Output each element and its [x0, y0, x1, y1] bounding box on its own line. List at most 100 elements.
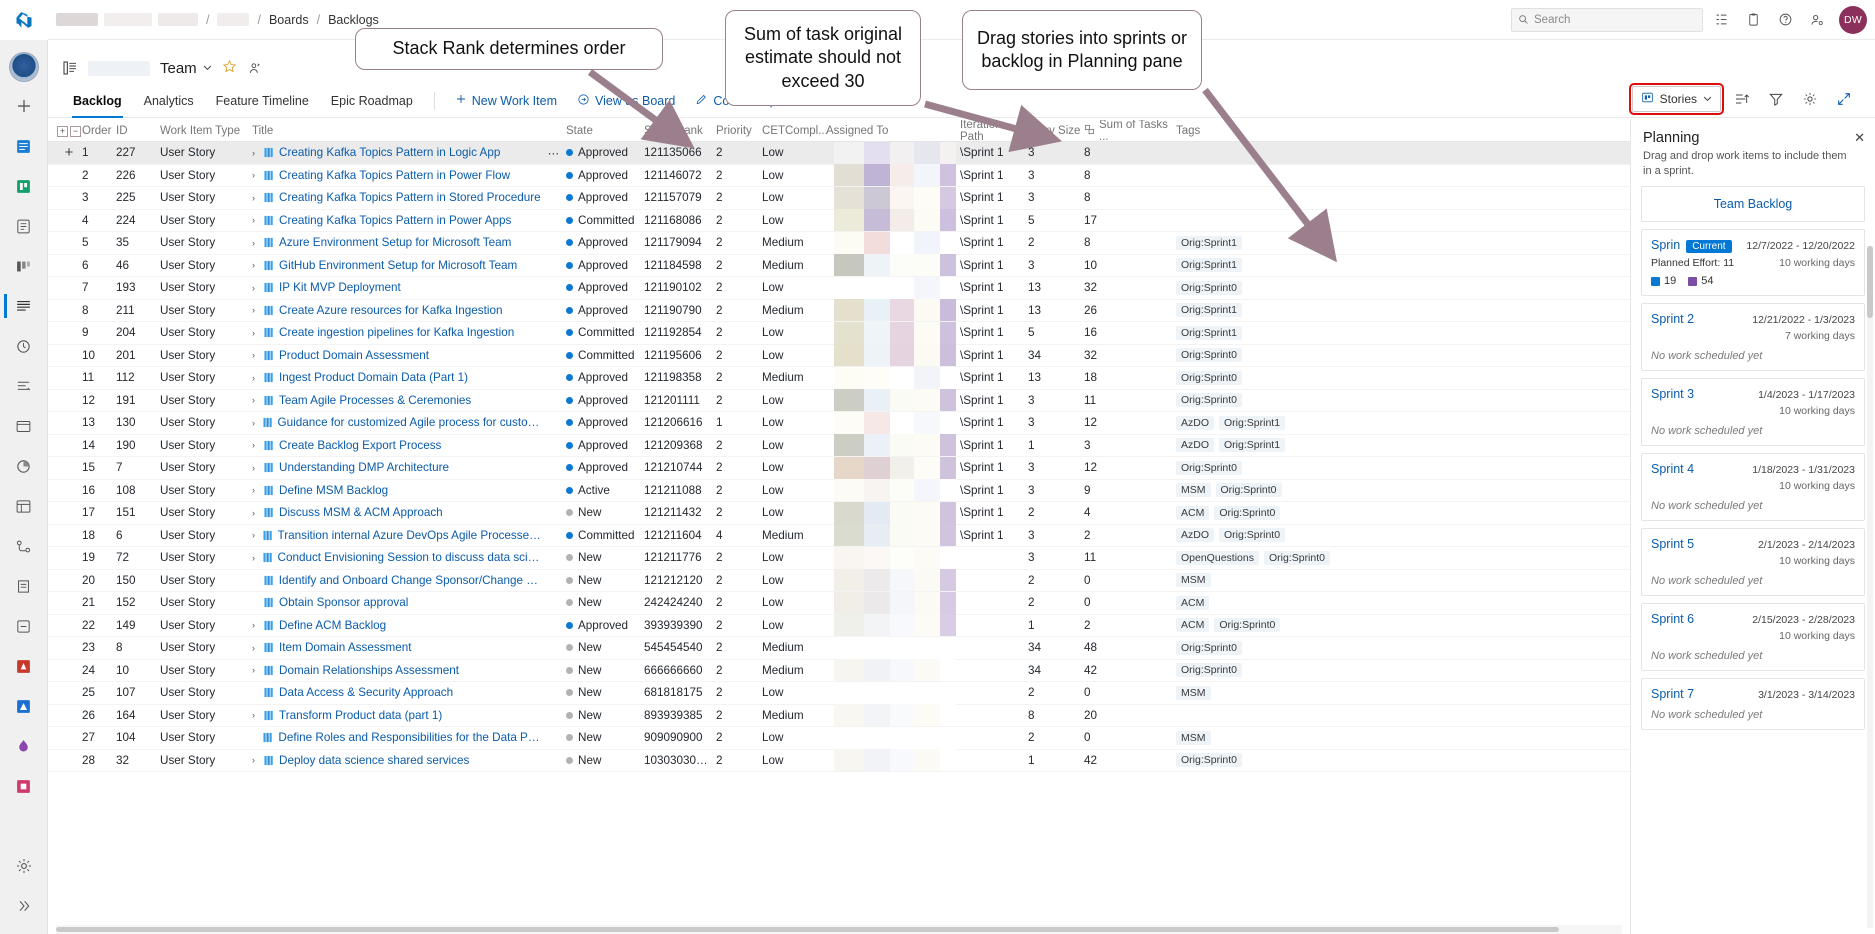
sprint-name-link[interactable]: Sprint 7: [1651, 687, 1694, 701]
chevron-right-icon[interactable]: ›: [252, 283, 260, 293]
chevron-down-icon[interactable]: [203, 63, 212, 74]
organization-avatar[interactable]: [9, 52, 39, 82]
table-row[interactable]: 4224User Story›Creating Kafka Topics Pat…: [48, 210, 1630, 233]
table-row[interactable]: 20150User StoryIdentify and Onboard Chan…: [48, 570, 1630, 593]
planning-vertical-scrollbar[interactable]: [1867, 246, 1873, 928]
cell-assigned-to[interactable]: [826, 614, 960, 636]
cell-title[interactable]: ›GitHub Environment Setup for Microsoft …: [252, 259, 542, 272]
cell-title[interactable]: ›Ingest Product Domain Data (Part 1): [252, 371, 542, 384]
tag-chip[interactable]: AzDO: [1176, 416, 1214, 430]
azure-devops-logo[interactable]: [0, 0, 48, 40]
cell-id[interactable]: 201: [116, 349, 160, 362]
cell-title[interactable]: › Transform Product data (part 1): [252, 709, 542, 722]
table-row[interactable]: 535User Story›Azure Environment Setup fo…: [48, 232, 1630, 255]
cell-id[interactable]: 152: [116, 596, 160, 609]
cell-id[interactable]: 72: [116, 551, 160, 564]
chevron-right-icon[interactable]: ›: [252, 553, 259, 563]
sprint-card[interactable]: Sprint 52/1/2023 - 2/14/202310 working d…: [1641, 528, 1865, 596]
cell-title[interactable]: ›Domain Relationships Assessment: [252, 664, 542, 677]
title-link[interactable]: GitHub Environment Setup for Microsoft T…: [279, 259, 517, 272]
cell-assigned-to[interactable]: [826, 209, 960, 231]
rail-item-extension-a[interactable]: [4, 646, 44, 686]
chevron-right-icon[interactable]: ›: [252, 508, 260, 518]
team-backlog-dropzone[interactable]: Team Backlog: [1641, 186, 1865, 222]
chevron-right-icon[interactable]: ›: [252, 305, 260, 315]
cell-id[interactable]: 107: [116, 686, 160, 699]
table-row[interactable]: 646User Story›GitHub Environment Setup f…: [48, 255, 1630, 278]
column-header-iteration-path[interactable]: Iteration Path: [960, 120, 1028, 143]
table-row[interactable]: 17151User Story›Discuss MSM & ACM Approa…: [48, 502, 1630, 525]
cell-id[interactable]: 211: [116, 304, 160, 317]
tag-chip[interactable]: Orig:Sprint0: [1176, 393, 1242, 407]
tag-chip[interactable]: Orig:Sprint1: [1176, 258, 1242, 272]
cell-title[interactable]: ›Define MSM Backlog: [252, 484, 542, 497]
show-parents-icon[interactable]: [1729, 86, 1755, 112]
search-input[interactable]: Search: [1511, 8, 1703, 32]
cell-id[interactable]: 190: [116, 439, 160, 452]
table-row[interactable]: 157User Story›Understanding DMP Architec…: [48, 457, 1630, 480]
cell-assigned-to[interactable]: [826, 142, 960, 164]
title-link[interactable]: IP Kit MVP Deployment: [279, 281, 401, 294]
cell-title[interactable]: Identify and Onboard Change Sponsor/Chan…: [252, 574, 542, 587]
cell-id[interactable]: 108: [116, 484, 160, 497]
cell-id[interactable]: 46: [116, 259, 160, 272]
help-icon[interactable]: [1771, 6, 1799, 34]
tab-backlog[interactable]: Backlog: [62, 84, 133, 118]
cell-title[interactable]: ›Azure Environment Setup for Microsoft T…: [252, 236, 542, 249]
rail-item-queries[interactable]: [4, 366, 44, 406]
title-link[interactable]: Transform Product data (part 1): [279, 709, 442, 722]
title-link[interactable]: Define MSM Backlog: [279, 484, 388, 497]
title-link[interactable]: Transition internal Azure DevOps Agile P…: [278, 529, 543, 542]
chevron-right-icon[interactable]: ›: [252, 418, 259, 428]
cell-title[interactable]: › IP Kit MVP Deployment: [252, 281, 542, 294]
title-link[interactable]: Creating Kafka Topics Pattern in Stored …: [279, 191, 541, 204]
sprint-card[interactable]: Sprint 31/4/2023 - 1/17/202310 working d…: [1641, 378, 1865, 446]
cell-title[interactable]: ›Creating Kafka Topics Pattern in Power …: [252, 214, 542, 227]
table-row[interactable]: 21152User StoryObtain Sponsor approvalNe…: [48, 592, 1630, 615]
cell-id[interactable]: 35: [116, 236, 160, 249]
cell-title[interactable]: Data Access & Security Approach: [252, 686, 542, 699]
cell-title[interactable]: ›Create Backlog Export Process: [252, 439, 542, 452]
cell-id[interactable]: 150: [116, 574, 160, 587]
filter-icon[interactable]: [1763, 86, 1789, 112]
cell-id[interactable]: 6: [116, 529, 160, 542]
cell-id[interactable]: 104: [116, 731, 160, 744]
cell-title[interactable]: ›Create ingestion pipelines for Kafka In…: [252, 326, 542, 339]
cell-title[interactable]: ›Understanding DMP Architecture: [252, 461, 542, 474]
cell-assigned-to[interactable]: [826, 457, 960, 479]
cell-assigned-to[interactable]: [826, 547, 960, 569]
rail-item-overview[interactable]: [4, 126, 44, 166]
tag-chip[interactable]: ACM: [1176, 618, 1209, 632]
title-link[interactable]: Item Domain Assessment: [279, 641, 412, 654]
rail-item-pipelines[interactable]: [4, 526, 44, 566]
team-name[interactable]: Team: [160, 60, 197, 77]
cell-assigned-to[interactable]: [826, 232, 960, 254]
table-row[interactable]: 3225User Story›Creating Kafka Topics Pat…: [48, 187, 1630, 210]
title-link[interactable]: Azure Environment Setup for Microsoft Te…: [279, 236, 511, 249]
table-row[interactable]: +1227User Story›Creating Kafka Topics Pa…: [48, 142, 1630, 165]
cell-assigned-to[interactable]: [826, 389, 960, 411]
tag-chip[interactable]: Orig:Sprint0: [1176, 641, 1242, 655]
table-row[interactable]: 186User Story›Transition internal Azure …: [48, 525, 1630, 548]
cell-id[interactable]: 204: [116, 326, 160, 339]
table-row[interactable]: 13130User Story›Guidance for customized …: [48, 412, 1630, 435]
cell-title[interactable]: ›Item Domain Assessment: [252, 641, 542, 654]
table-row[interactable]: 2832User Story›Deploy data science share…: [48, 750, 1630, 773]
cell-assigned-to[interactable]: [826, 277, 960, 299]
chevron-right-icon[interactable]: ›: [252, 710, 260, 720]
chevron-right-icon[interactable]: ›: [252, 530, 259, 540]
table-row[interactable]: 12191User Story›Team Agile Processes & C…: [48, 390, 1630, 413]
cell-title[interactable]: › Transition internal Azure DevOps Agile …: [252, 529, 542, 542]
cell-id[interactable]: 191: [116, 394, 160, 407]
tag-chip[interactable]: AzDO: [1176, 528, 1214, 542]
tag-chip[interactable]: MSM: [1176, 731, 1211, 745]
cell-assigned-to[interactable]: [826, 637, 960, 659]
column-header-priority[interactable]: Priority: [716, 125, 762, 137]
title-link[interactable]: Define Roles and Responsibilities for th…: [278, 731, 542, 744]
title-link[interactable]: Deploy data science shared services: [279, 754, 469, 767]
cell-id[interactable]: 112: [116, 371, 160, 384]
cell-id[interactable]: 8: [116, 641, 160, 654]
cell-assigned-to[interactable]: [826, 367, 960, 389]
cell-assigned-to[interactable]: [826, 659, 960, 681]
cell-assigned-to[interactable]: [826, 299, 960, 321]
